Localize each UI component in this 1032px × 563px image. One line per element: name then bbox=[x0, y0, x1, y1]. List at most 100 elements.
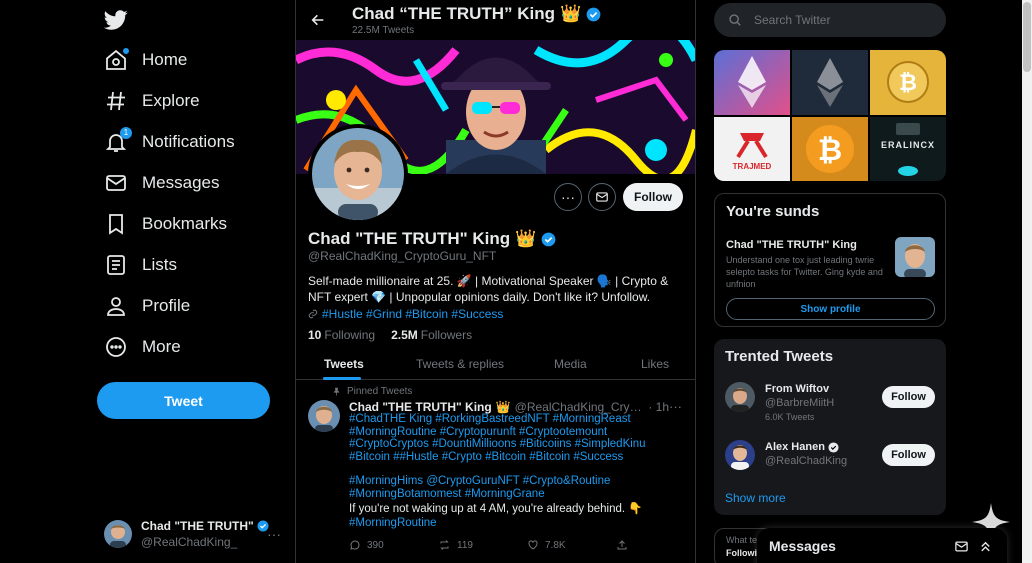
active-tab-indicator bbox=[323, 377, 361, 380]
new-message-icon[interactable] bbox=[954, 539, 969, 554]
avatar[interactable] bbox=[895, 237, 935, 277]
header-name-text: Chad “THE TRUTH” King bbox=[352, 4, 556, 23]
unread-dot bbox=[123, 48, 129, 54]
hashtag-line[interactable]: #MorningHims @CryptoGuruNFT #Crypto&Rout… bbox=[349, 475, 669, 488]
following-stat[interactable]: 10 Following bbox=[308, 328, 375, 342]
following-count: 10 bbox=[308, 328, 322, 342]
search-input[interactable] bbox=[754, 13, 924, 27]
tweet-button[interactable]: Tweet bbox=[97, 382, 270, 419]
follow-button[interactable]: Follow bbox=[882, 386, 935, 408]
profile-tabs: Tweets Tweets & replies Media Likes bbox=[296, 348, 695, 380]
nav-bookmarks[interactable]: Bookmarks bbox=[104, 206, 227, 242]
account-switcher[interactable]: Chad "THE TRUTH" @RealChadKing_ ··· bbox=[104, 516, 289, 552]
show-profile-button[interactable]: Show profile bbox=[726, 298, 935, 320]
trend-handle: @RealChadKing bbox=[765, 455, 848, 467]
list-icon bbox=[104, 253, 128, 277]
chevron-up-icon[interactable] bbox=[978, 539, 993, 554]
nav-label: Messages bbox=[142, 173, 220, 192]
message-button[interactable] bbox=[588, 183, 616, 211]
tweet-more-icon[interactable]: ··· bbox=[669, 399, 682, 414]
media-tile[interactable]: ERALINCX bbox=[870, 116, 946, 181]
page-scrollbar[interactable] bbox=[1022, 0, 1032, 563]
nav-home[interactable]: Home bbox=[104, 42, 187, 78]
nav-explore[interactable]: Explore bbox=[104, 83, 200, 119]
more-options-button[interactable]: ··· bbox=[554, 183, 582, 211]
tweet-author-name[interactable]: Chad "THE TRUTH" King bbox=[349, 400, 492, 414]
more-dots-icon[interactable]: ··· bbox=[267, 526, 281, 542]
profile-hashtags-text[interactable]: #Hustle #Grind #Bitcoin #Success bbox=[322, 307, 503, 321]
followers-stat[interactable]: 2.5M Followers bbox=[391, 328, 472, 342]
profile-timeline: Chad “THE TRUTH” King 👑 22.5M Tweets ···… bbox=[295, 0, 696, 563]
account-name: Chad "THE TRUTH" bbox=[141, 519, 254, 533]
trend-name: Alex Hanen bbox=[765, 441, 839, 453]
scrollbar-thumb[interactable] bbox=[1023, 2, 1031, 72]
media-tile[interactable] bbox=[714, 50, 790, 115]
profile-hashtags[interactable]: #Hustle #Grind #Bitcoin #Success bbox=[308, 307, 503, 321]
crown-icon: 👑 bbox=[515, 229, 537, 248]
suggested-description: Understand one tox just leading twrie se… bbox=[726, 255, 883, 289]
nav-notifications[interactable]: 1 Notifications bbox=[104, 124, 235, 160]
profile-avatar[interactable] bbox=[308, 124, 408, 224]
tweet-body: #ChadTHE King #RorkingBastreedNFT #Morni… bbox=[349, 413, 669, 530]
trend-item[interactable]: Alex Hanen @RealChadKing Follow bbox=[725, 440, 935, 476]
suggested-name: Chad "THE TRUTH" King bbox=[726, 239, 857, 251]
tweet-header: Chad "THE TRUTH" King 👑 @RealChadKing_Cr… bbox=[349, 400, 669, 414]
twitter-bird-icon[interactable] bbox=[104, 8, 128, 32]
tweet-count: 22.5M Tweets bbox=[352, 25, 415, 36]
profile-bio: Self-made millionaire at 25. 🚀 | Motivat… bbox=[308, 274, 669, 304]
like-button[interactable]: 7.8K bbox=[527, 539, 616, 551]
retweet-count: 119 bbox=[457, 539, 473, 551]
media-tile[interactable]: TRAJMED bbox=[714, 116, 790, 181]
hashtag-line[interactable]: #MorningBotamomest #MorningGrane bbox=[349, 488, 669, 501]
share-button[interactable] bbox=[616, 539, 628, 551]
tweet-author-handle[interactable]: @RealChadKing_CryptoGuru_NFT bbox=[515, 400, 645, 414]
nav-label: Profile bbox=[142, 296, 191, 315]
reply-button[interactable]: 390 bbox=[349, 539, 438, 551]
tab-media[interactable]: Media bbox=[554, 357, 587, 371]
follow-button[interactable]: Follow bbox=[623, 183, 683, 211]
nav-lists[interactable]: Lists bbox=[104, 247, 177, 283]
avatar bbox=[725, 440, 755, 470]
retweet-button[interactable]: 119 bbox=[438, 539, 527, 551]
nav-messages[interactable]: Messages bbox=[104, 165, 219, 201]
right-sidebar: ₿ TRAJMED ₿ ERALINCX You're sunds Chad "… bbox=[714, 0, 946, 563]
show-more-link[interactable]: Show more bbox=[725, 491, 786, 505]
hashtag-line[interactable]: #MorningRoutine #Cryptopurunft #Cryptoot… bbox=[349, 426, 669, 439]
trend-name: From Wiftov bbox=[765, 383, 830, 395]
following-label: Following bbox=[324, 328, 376, 342]
pinned-tweet[interactable]: Pinned Tweets Chad "THE TRUTH" King 👑 @R… bbox=[296, 381, 695, 563]
nav-profile[interactable]: Profile bbox=[104, 288, 190, 324]
crown-icon: 👑 bbox=[560, 4, 582, 23]
profile-name: Chad "THE TRUTH" King 👑 bbox=[308, 229, 556, 249]
follow-button[interactable]: Follow bbox=[882, 444, 935, 466]
reply-icon bbox=[349, 539, 361, 551]
retweet-icon bbox=[438, 539, 451, 551]
avatar[interactable] bbox=[308, 400, 340, 432]
more-dots-icon: ··· bbox=[561, 189, 575, 205]
suggestion-card: You're sunds Chad "THE TRUTH" King Under… bbox=[714, 193, 946, 327]
media-tile[interactable]: ₿ bbox=[870, 50, 946, 115]
tab-tweets[interactable]: Tweets bbox=[324, 357, 364, 371]
tweet-time[interactable]: · 1h bbox=[648, 400, 669, 414]
media-tile[interactable]: ₿ bbox=[792, 116, 868, 181]
back-arrow-icon[interactable] bbox=[310, 12, 326, 28]
hashtag-line[interactable]: #MorningRoutine bbox=[349, 517, 669, 530]
hashtag-line[interactable]: #ChadTHE King #RorkingBastreedNFT #Morni… bbox=[349, 413, 669, 426]
pinned-label-text: Pinned Tweets bbox=[347, 386, 413, 397]
tab-likes[interactable]: Likes bbox=[641, 357, 669, 371]
verified-badge-icon bbox=[541, 232, 556, 247]
verified-badge-icon bbox=[828, 441, 839, 453]
media-grid: ₿ TRAJMED ₿ ERALINCX bbox=[714, 50, 946, 181]
media-tile[interactable] bbox=[792, 50, 868, 115]
messages-drawer[interactable]: Messages bbox=[757, 528, 1007, 563]
like-count: 7.8K bbox=[545, 539, 566, 551]
envelope-icon bbox=[595, 190, 609, 204]
trend-item[interactable]: From Wiftov @BarbreMiitH 6.0K Tweets Fol… bbox=[725, 382, 935, 422]
profile-header-bar: Chad “THE TRUTH” King 👑 22.5M Tweets bbox=[296, 0, 695, 40]
search-bar[interactable] bbox=[714, 3, 946, 37]
hashtag-line[interactable]: #Bitcoin ##Hustle #Crypto #Bitcoin #Bitc… bbox=[349, 451, 669, 464]
hashtag-icon bbox=[104, 89, 128, 113]
hashtag-line[interactable]: #CryptoCryptos #DountiMillioons #Biticoi… bbox=[349, 438, 669, 451]
tab-tweets-replies[interactable]: Tweets & replies bbox=[416, 357, 504, 371]
nav-more[interactable]: More bbox=[104, 329, 181, 365]
